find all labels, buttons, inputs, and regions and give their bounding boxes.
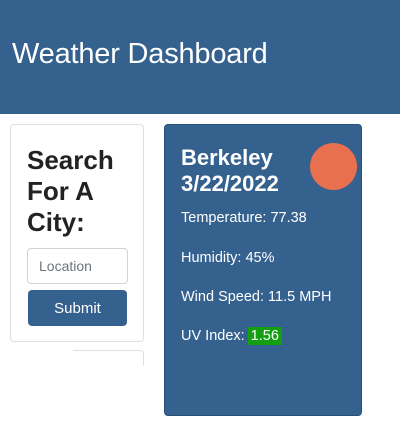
uv-index-row: UV Index: 1.56 [181, 327, 282, 345]
uv-index-badge: 1.56 [247, 327, 282, 345]
app-title: Weather Dashboard [12, 38, 268, 70]
wind-speed-text: Wind Speed: 11.5 MPH [181, 289, 332, 305]
weather-date: 3/22/2022 [181, 171, 279, 196]
sun-icon [310, 143, 357, 190]
temperature-text: Temperature: 77.38 [181, 210, 307, 226]
search-history-panel [73, 350, 144, 366]
humidity-text: Humidity: 45% [181, 250, 275, 266]
city-name: Berkeley [181, 145, 273, 170]
location-input[interactable] [27, 248, 128, 284]
current-weather-card: Berkeley 3/22/2022 Temperature: 77.38 Hu… [164, 124, 362, 416]
submit-button[interactable]: Submit [28, 290, 127, 326]
app-header: Weather Dashboard [0, 0, 400, 114]
search-heading: Search For A City: [27, 145, 114, 237]
uv-index-label: UV Index: [181, 328, 245, 344]
search-panel: Search For A City: Submit [10, 124, 144, 342]
